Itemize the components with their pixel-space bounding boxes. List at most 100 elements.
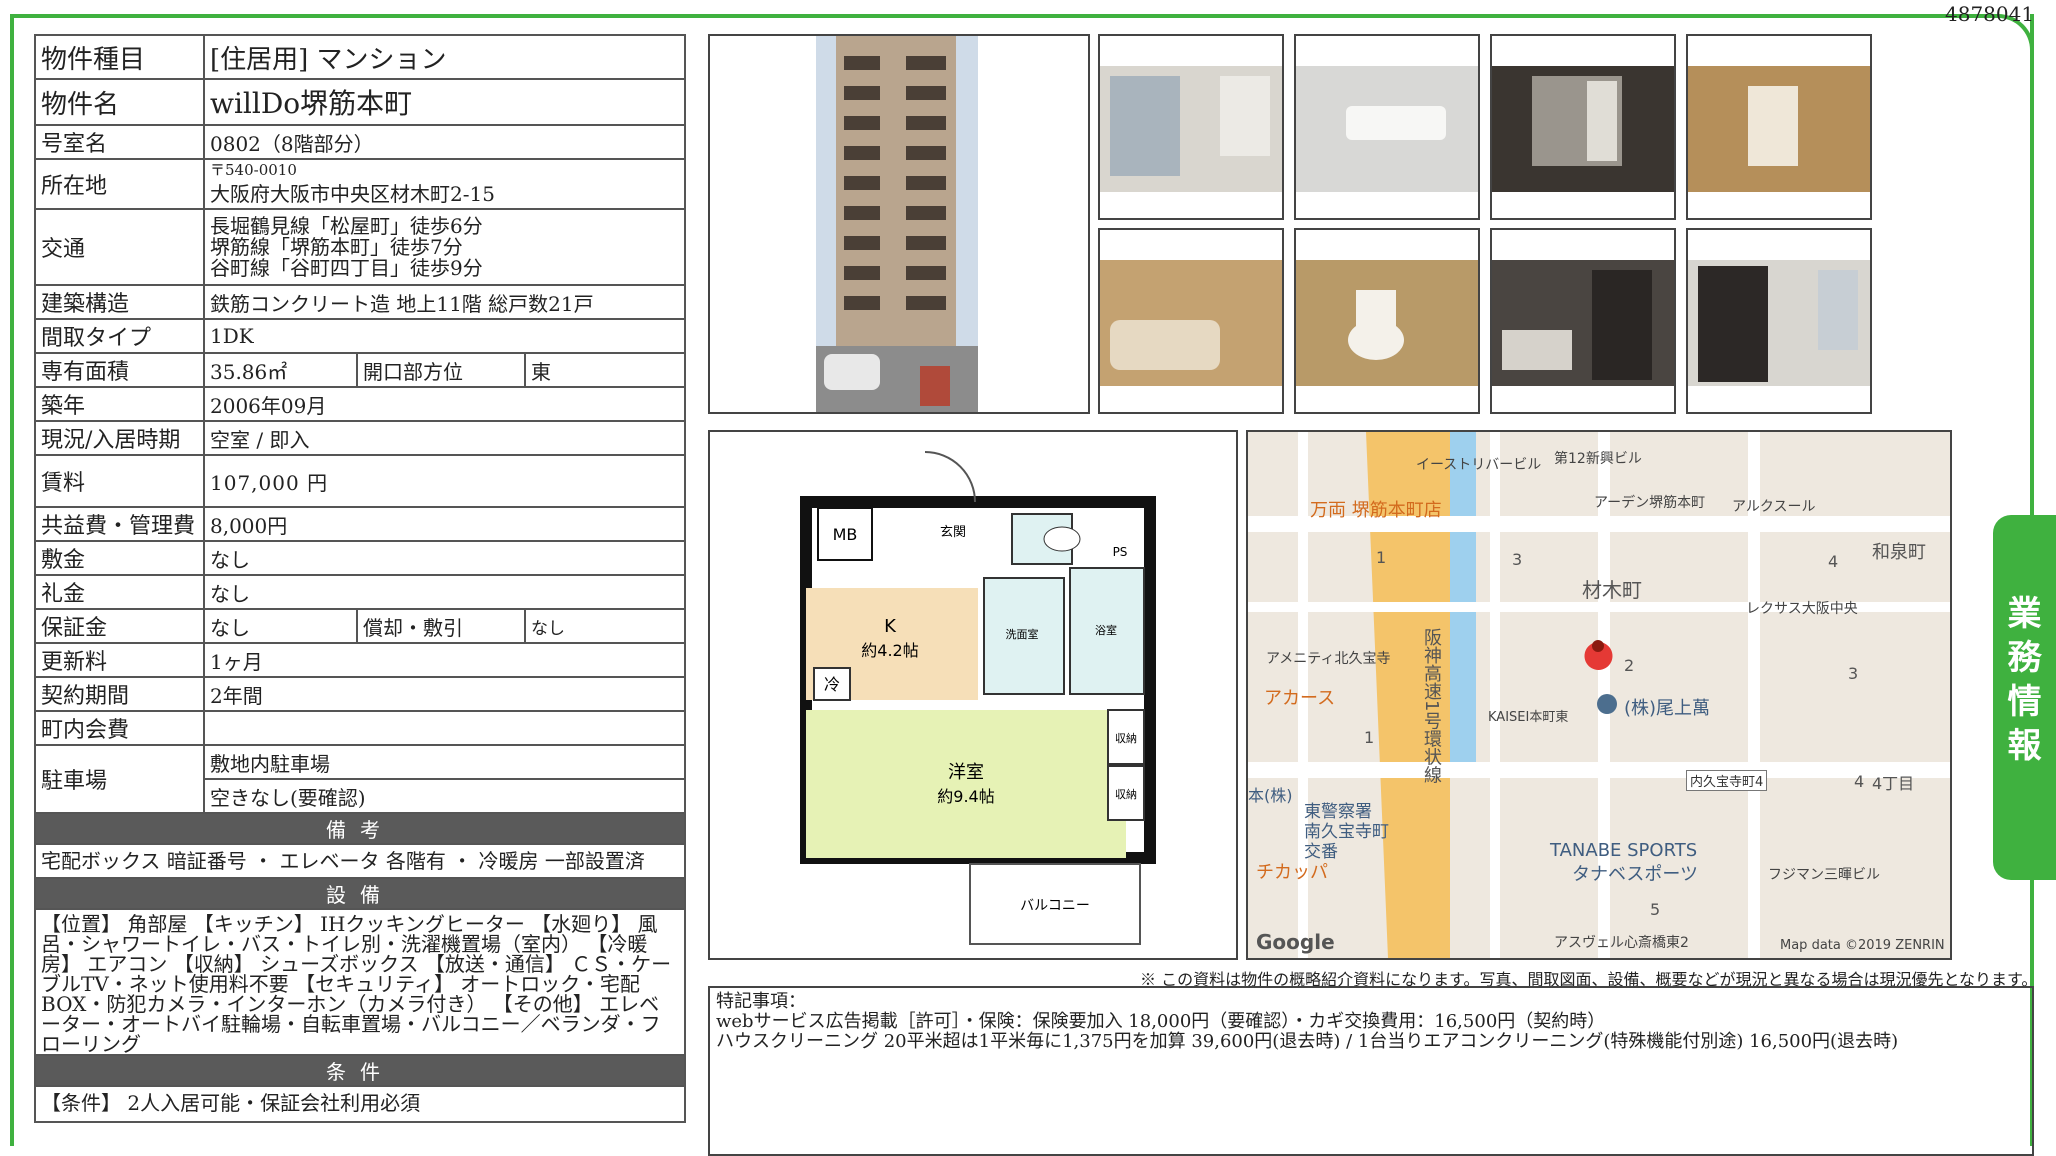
address-value: 大阪府大阪市中央区材木町2-15 bbox=[210, 181, 495, 206]
conditions-text: 【条件】 2人入居可能・保証会社利用必須 bbox=[34, 1085, 686, 1123]
balcony-label: バルコニー bbox=[1020, 898, 1090, 914]
fee-value: 8,000円 bbox=[203, 506, 686, 542]
renewal-value: 1ヶ月 bbox=[203, 642, 686, 678]
toilet-photo-thumb[interactable] bbox=[1294, 228, 1480, 414]
deposit-label: 敷金 bbox=[34, 540, 205, 576]
map-label: タナベスポーツ bbox=[1572, 864, 1698, 885]
bath-label: 浴室 bbox=[1095, 623, 1117, 637]
name-value: willDo堺筋本町 bbox=[203, 78, 686, 126]
community-value bbox=[203, 710, 686, 746]
mb-label: MB bbox=[833, 525, 858, 544]
document-id: 4878041 bbox=[1945, 2, 2035, 26]
access-line: 堺筋線「堺筋本町」徒歩7分 bbox=[210, 234, 463, 259]
status-label: 現況/入居時期 bbox=[34, 420, 205, 456]
parking-label: 駐車場 bbox=[34, 744, 205, 814]
type-label: 物件種目 bbox=[34, 34, 205, 80]
building-photo[interactable] bbox=[708, 34, 1090, 414]
map-label: チカッパ bbox=[1256, 862, 1328, 883]
map-label: フジマン三暉ビル bbox=[1768, 867, 1880, 883]
frame-left-border bbox=[10, 14, 14, 1146]
map-label: アカース bbox=[1264, 688, 1336, 709]
type-value: [住居用] マンション bbox=[203, 34, 686, 80]
map-block-number: 4 bbox=[1854, 772, 1865, 791]
storage-label-2: 収納 bbox=[1115, 788, 1137, 801]
washroom-photo-image bbox=[1688, 66, 1870, 192]
entrance-label: 玄関 bbox=[940, 525, 966, 540]
built-label: 築年 bbox=[34, 386, 205, 422]
community-label: 町内会費 bbox=[34, 710, 205, 746]
map-block-number: 1 bbox=[1376, 548, 1387, 567]
map-label: 和泉町 bbox=[1872, 542, 1926, 563]
map-label: アルクスール bbox=[1732, 499, 1816, 515]
map-block-number: 3 bbox=[1848, 664, 1859, 683]
map-label: アメニティ北久宝寺 bbox=[1266, 651, 1391, 667]
direction-label: 開口部方位 bbox=[356, 352, 526, 388]
kitchen-photo-image bbox=[1492, 260, 1674, 386]
map-label: イーストリバービル bbox=[1416, 457, 1542, 473]
side-tab-label: 業務情報 bbox=[2001, 595, 2041, 771]
western-room-label: 洋室 bbox=[948, 762, 984, 783]
conditions-heading: 条件 bbox=[34, 1054, 686, 1087]
amort-label: 償却・敷引 bbox=[356, 608, 526, 644]
room-value: 0802（8階部分） bbox=[203, 124, 686, 160]
structure-label: 建築構造 bbox=[34, 284, 205, 320]
term-value: 2年間 bbox=[203, 676, 686, 712]
keymoney-label: 礼金 bbox=[34, 574, 205, 610]
map-label: アスヴェル心斎橋東2 bbox=[1554, 935, 1689, 951]
property-info-table: 物件種目 [住居用] マンション 物件名 willDo堺筋本町 号室名 0802（8階… bbox=[34, 34, 686, 1123]
area-label: 専有面積 bbox=[34, 352, 205, 388]
remarks-text: 宅配ボックス 暗証番号 ・ エレベータ 各階有 ・ 冷暖房 一部設置済 bbox=[34, 843, 686, 879]
map-label: アーデン堺筋本町 bbox=[1594, 495, 1706, 511]
kitchen-size: 約4.2帖 bbox=[861, 641, 918, 660]
map-attribution: Map data ©2019 ZENRIN bbox=[1780, 938, 1945, 953]
access-line: 長堀鶴見線「松屋町」徒歩6分 bbox=[210, 213, 483, 238]
map-label: TANABE SPORTS bbox=[1550, 840, 1698, 861]
map-label: (株)尾上萬 bbox=[1624, 698, 1711, 719]
address-label: 所在地 bbox=[34, 158, 205, 210]
name-label: 物件名 bbox=[34, 78, 205, 126]
parking-value-1: 敷地内駐車場 bbox=[203, 744, 686, 780]
built-value: 2006年09月 bbox=[203, 386, 686, 422]
area-value: 35.86㎡ bbox=[203, 352, 358, 388]
deposit-value: なし bbox=[203, 540, 686, 576]
floor-plan[interactable]: MB 玄関 PS 洗面室 浴室 K 約4.2帖 冷 洋室 約9.4帖 収納 収納… bbox=[708, 430, 1238, 960]
room-photo-image bbox=[1100, 66, 1282, 192]
bath-photo-thumb[interactable] bbox=[1098, 228, 1284, 414]
direction-value: 東 bbox=[524, 352, 686, 388]
map-block-number: 2 bbox=[1624, 656, 1635, 675]
term-label: 契約期間 bbox=[34, 676, 205, 712]
storage-label-1: 収納 bbox=[1115, 732, 1137, 745]
google-logo: Google bbox=[1256, 930, 1335, 954]
amort-value: なし bbox=[524, 608, 686, 644]
map-label: 東警察署 南久宝寺町交番 bbox=[1304, 802, 1389, 862]
room-label: 号室名 bbox=[34, 124, 205, 160]
map-label: KAISEI本町東 bbox=[1488, 710, 1569, 725]
washroom-photo-thumb[interactable] bbox=[1686, 34, 1872, 220]
rent-value: 107,000 円 bbox=[203, 454, 686, 508]
fridge-label: 冷 bbox=[824, 675, 840, 694]
room-photo-thumb-2[interactable] bbox=[1686, 228, 1872, 414]
building-photo-image bbox=[816, 36, 978, 412]
aircon-photo-image bbox=[1296, 66, 1478, 192]
location-map[interactable]: イーストリバービル 第12新興ビル 万両 堺筋本町店 アーデン堺筋本町 アルクス… bbox=[1246, 430, 1952, 960]
rent-label: 賃料 bbox=[34, 454, 205, 508]
fee-label: 共益費・管理費 bbox=[34, 506, 205, 542]
map-label: 本(株) bbox=[1248, 786, 1293, 805]
ps-label: PS bbox=[1113, 545, 1128, 559]
access-cell: 長堀鶴見線「松屋町」徒歩6分 堺筋線「堺筋本町」徒歩7分 谷町線「谷町四丁目」徒… bbox=[203, 208, 686, 286]
kitchen-photo-thumb[interactable] bbox=[1490, 228, 1676, 414]
layout-value: 1DK bbox=[203, 318, 686, 354]
mailbox-photo-thumb[interactable] bbox=[1490, 34, 1676, 220]
room-photo-thumb[interactable] bbox=[1098, 34, 1284, 220]
access-line: 谷町線「谷町四丁目」徒歩9分 bbox=[210, 255, 483, 280]
guarantee-value: なし bbox=[203, 608, 358, 644]
map-block-number: 5 bbox=[1650, 900, 1661, 919]
renewal-label: 更新料 bbox=[34, 642, 205, 678]
map-label: 第12新興ビル bbox=[1554, 451, 1642, 467]
map-label: 阪神高速1号環状線 bbox=[1421, 628, 1442, 784]
notes-line: webサービス広告掲載［許可］・保険：保険要加入 18,000円（要確認）・カギ… bbox=[716, 1011, 1606, 1032]
aircon-photo-thumb[interactable] bbox=[1294, 34, 1480, 220]
remarks-heading: 備考 bbox=[34, 812, 686, 845]
postal-code: 〒540-0010 bbox=[210, 160, 297, 179]
map-label: レクサス大阪中央 bbox=[1746, 601, 1858, 617]
